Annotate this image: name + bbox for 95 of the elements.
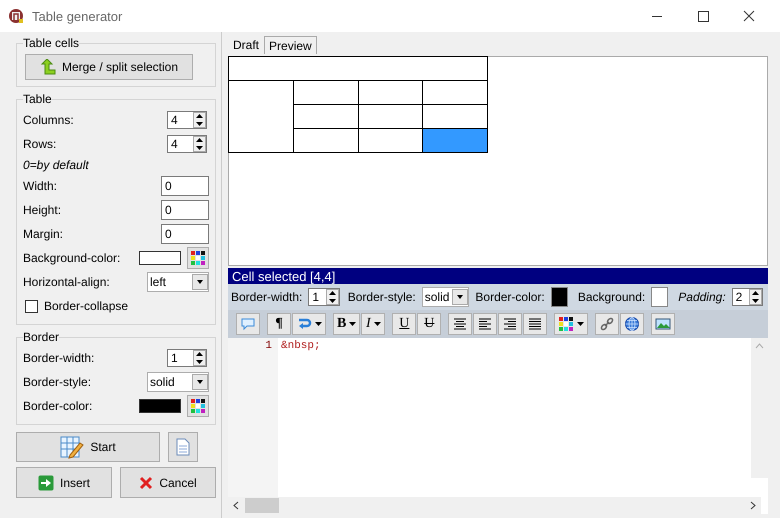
table-cell[interactable] <box>228 80 294 152</box>
toolbar-button[interactable] <box>554 313 588 335</box>
caret-icon <box>374 322 381 326</box>
group-title: Table cells <box>23 36 80 50</box>
table-cell[interactable] <box>422 80 488 104</box>
justify-icon <box>527 316 544 332</box>
field-label: Margin: <box>23 227 64 241</box>
toolbar-button[interactable] <box>448 313 472 335</box>
cross-icon <box>139 476 154 490</box>
hint-text: 0=by default <box>23 158 89 172</box>
table-cell[interactable] <box>293 104 358 128</box>
field-label: Border-width: <box>23 351 96 365</box>
toolbar-button[interactable]: I <box>361 313 386 335</box>
field-label: Background-color: <box>23 251 122 265</box>
checkbox[interactable] <box>25 300 38 312</box>
table-cell[interactable] <box>358 80 423 104</box>
caret-icon <box>315 322 322 326</box>
toolbar-button[interactable] <box>498 313 522 335</box>
field-label: Border-style: <box>348 290 416 304</box>
caret-icon <box>452 289 468 305</box>
spinner-icon[interactable] <box>193 112 206 128</box>
table-pencil-icon <box>60 435 84 459</box>
color-palette-icon <box>558 316 574 332</box>
start-button[interactable]: Start <box>16 432 160 462</box>
spin-field[interactable]: 4 <box>167 111 207 129</box>
caret-icon <box>192 274 208 290</box>
selection-header: Cell selected [4,4] <box>228 268 768 284</box>
dropdown[interactable]: solid <box>147 372 209 392</box>
input-field[interactable]: 0 <box>161 200 209 220</box>
toolbar-button[interactable] <box>620 313 644 335</box>
input-field[interactable]: 0 <box>161 224 209 244</box>
align-left-icon <box>477 316 494 332</box>
caret-icon <box>577 322 584 326</box>
spin-field[interactable]: 1 <box>167 349 207 367</box>
spinner-icon[interactable] <box>326 289 339 305</box>
align-center-icon <box>452 316 468 332</box>
merge-button[interactable]: Merge / split selection <box>25 54 193 80</box>
table-cell[interactable] <box>422 128 488 152</box>
color-swatch[interactable] <box>651 287 668 307</box>
group-title: Table <box>23 92 52 106</box>
code-line: &nbsp; <box>281 340 322 354</box>
table-cell[interactable] <box>228 56 488 80</box>
document-icon <box>176 438 190 456</box>
field-label: Padding: <box>678 290 726 304</box>
color-swatch[interactable] <box>550 287 568 307</box>
input-field[interactable]: 0 <box>161 176 209 196</box>
spinner-icon[interactable] <box>749 289 762 305</box>
toolbar-button[interactable] <box>651 313 676 335</box>
toolbar-button[interactable]: B <box>333 313 360 335</box>
toolbar-button[interactable] <box>473 313 498 335</box>
dropdown[interactable]: solid <box>422 287 470 307</box>
arrow-icon <box>40 59 56 75</box>
line-number: 1 <box>265 340 272 354</box>
dropdown[interactable]: left <box>147 272 209 292</box>
field-label: Border-width: <box>231 290 302 304</box>
checkbox-label: Border-collapse <box>44 299 128 313</box>
app-icon <box>8 8 24 24</box>
table-cell[interactable] <box>358 104 423 128</box>
field-label: Height: <box>23 203 62 217</box>
field-label: Rows: <box>23 137 58 151</box>
color-picker-button[interactable] <box>187 247 209 269</box>
field-label: Border-color: <box>23 399 94 413</box>
globe-icon <box>624 316 640 332</box>
image-icon <box>655 316 672 332</box>
spin-field[interactable]: 4 <box>167 135 207 153</box>
speech-bubble-icon <box>240 316 256 332</box>
spinner-icon[interactable] <box>193 136 206 152</box>
align-right-icon <box>502 316 518 332</box>
field-label: Width: <box>23 179 58 193</box>
window-title: Table generator <box>32 8 124 24</box>
color-picker-button[interactable] <box>187 395 209 417</box>
return-arrow-icon <box>296 316 312 332</box>
chain-link-icon <box>599 316 616 332</box>
toolbar-button[interactable]: ¶ <box>267 313 291 335</box>
field-label: Border-style: <box>23 375 92 389</box>
cancel-button[interactable]: Cancel <box>120 467 216 498</box>
table-cell[interactable] <box>293 128 358 152</box>
field-label: Horizontal-align: <box>23 275 111 289</box>
spin-field[interactable]: 1 <box>308 288 340 306</box>
spin-field[interactable]: 2 <box>732 288 763 306</box>
caret-icon <box>192 374 208 390</box>
document-button[interactable] <box>168 432 198 462</box>
table-cell[interactable] <box>293 80 358 104</box>
field-label: Columns: <box>23 113 75 127</box>
insert-button[interactable]: Insert <box>16 467 112 498</box>
field-label: Background: <box>578 290 646 304</box>
field-label: Border-color: <box>475 290 545 304</box>
tab[interactable]: Preview <box>264 36 317 54</box>
group-title: Border <box>23 330 60 344</box>
toolbar-button[interactable]: U <box>417 313 442 335</box>
spinner-icon[interactable] <box>193 350 206 366</box>
caret-icon <box>349 322 356 326</box>
toolbar-button[interactable]: U <box>392 313 416 335</box>
toolbar-button[interactable] <box>523 313 548 335</box>
arrow-right-icon <box>38 474 54 490</box>
